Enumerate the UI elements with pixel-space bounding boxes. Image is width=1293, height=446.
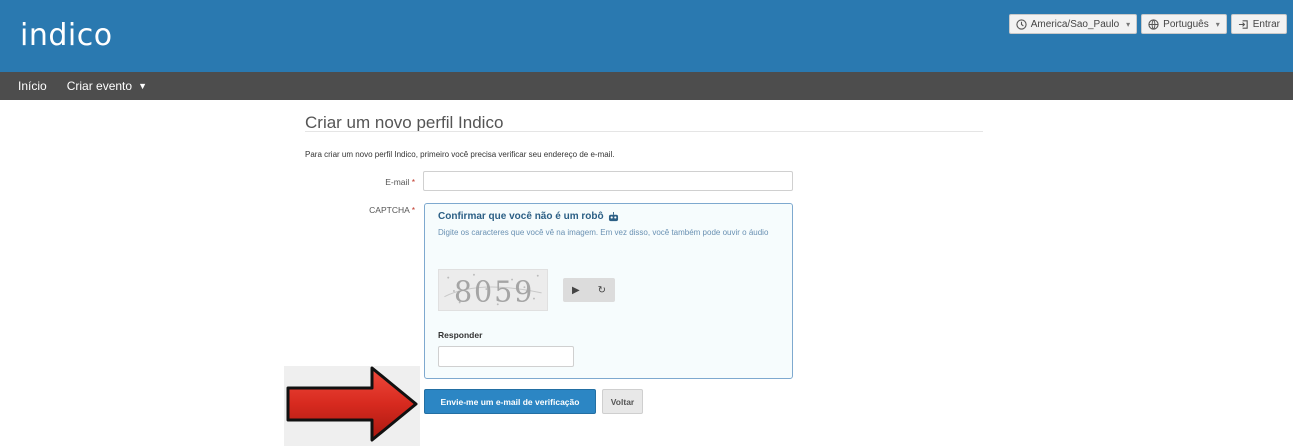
captcha-hint: Digite os caracteres que você vê na imag… [438, 228, 769, 237]
language-label: Português [1163, 18, 1209, 30]
login-button[interactable]: Entrar [1230, 14, 1287, 34]
timezone-label: America/Sao_Paulo [1030, 18, 1120, 30]
captcha-label-row: CAPTCHA * [305, 205, 415, 215]
logo-text: indico [20, 18, 113, 53]
robot-icon [608, 211, 618, 221]
back-button[interactable]: Voltar [602, 389, 643, 414]
answer-label: Responder [438, 330, 483, 340]
page-title: Criar um novo perfil Indico [305, 113, 504, 132]
timezone-button[interactable]: America/Sao_Paulo ▾ [1008, 14, 1138, 34]
main-nav: Início Criar evento ▼ [0, 72, 1293, 100]
nav-item-home[interactable]: Início [0, 79, 57, 93]
reload-icon[interactable]: ↻ [598, 285, 606, 296]
captcha-title-row: Confirmar que você não é um robô [438, 211, 619, 222]
site-header: indico America/Sao_Paulo ▾ Português ▾ E… [0, 0, 1293, 72]
intro-text: Para criar um novo perfil Indico, primei… [305, 150, 615, 159]
nav-item-label: Início [18, 79, 47, 93]
required-mark: * [411, 177, 415, 187]
title-divider [305, 131, 983, 132]
play-icon[interactable]: ▶ [572, 285, 580, 296]
email-label-row: E-mail * [305, 177, 415, 187]
captcha-image: 8059 [438, 269, 548, 311]
top-actions: America/Sao_Paulo ▾ Português ▾ Entrar [1008, 14, 1287, 34]
captcha-media-controls: ▶ ↻ [563, 278, 615, 302]
send-verification-button[interactable]: Envie-me um e-mail de verificação [424, 389, 596, 414]
login-icon [1238, 19, 1248, 29]
chevron-down-icon: ▼ [138, 81, 147, 91]
captcha-panel: Confirmar que você não é um robô Digite … [424, 203, 793, 379]
required-mark: * [411, 205, 415, 215]
captcha-image-text: 8059 [454, 274, 534, 308]
red-arrow-icon [286, 366, 418, 442]
nav-item-label: Criar evento [66, 79, 133, 93]
captcha-title: Confirmar que você não é um robô [438, 211, 604, 222]
email-label: E-mail [385, 177, 410, 187]
globe-icon [1148, 18, 1159, 30]
login-label: Entrar [1252, 18, 1280, 30]
indico-logo[interactable]: indico [20, 18, 113, 54]
chevron-down-icon: ▾ [1215, 19, 1220, 29]
email-field[interactable] [423, 171, 793, 191]
clock-icon [1016, 18, 1027, 30]
nav-item-create-event[interactable]: Criar evento ▼ [57, 79, 157, 93]
chevron-down-icon: ▾ [1126, 19, 1131, 29]
captcha-label: CAPTCHA [369, 205, 410, 215]
language-button[interactable]: Português ▾ [1141, 14, 1227, 34]
captcha-answer-field[interactable] [438, 346, 574, 367]
